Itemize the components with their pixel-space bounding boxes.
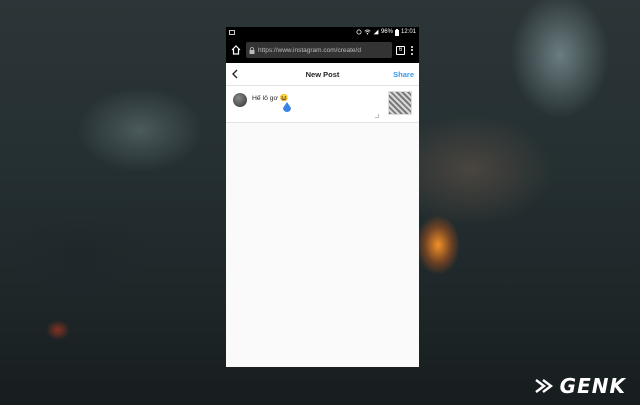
compose-area: Hế lô gơ 😆 xyxy=(226,86,419,123)
caption-input[interactable]: Hế lô gơ 😆 xyxy=(252,94,289,102)
resize-handle-icon xyxy=(375,114,379,118)
wifi-icon xyxy=(364,29,371,35)
address-bar[interactable]: https://www.instagram.com/create/d xyxy=(246,42,392,58)
genk-logo: GENK xyxy=(534,374,626,398)
home-icon[interactable] xyxy=(230,44,242,56)
avatar xyxy=(233,93,247,107)
browser-toolbar: https://www.instagram.com/create/d 6 xyxy=(226,37,419,63)
logo-text: GENK xyxy=(559,374,626,398)
status-left xyxy=(229,29,235,35)
post-image-thumbnail[interactable] xyxy=(388,91,412,115)
lock-icon xyxy=(249,46,255,54)
text-cursor-handle[interactable] xyxy=(282,102,292,114)
alarm-icon xyxy=(356,29,362,35)
clock-time: 12:01 xyxy=(400,29,416,35)
battery-percent: 96% xyxy=(380,29,393,35)
status-bar: 96% 12:01 xyxy=(226,27,419,37)
phone-screen: 96% 12:01 https://www.instagram.com/crea… xyxy=(226,27,419,367)
page-title: New Post xyxy=(305,69,340,79)
image-notification-icon xyxy=(229,29,235,35)
share-button[interactable]: Share xyxy=(393,70,414,79)
overflow-menu-icon[interactable] xyxy=(409,44,415,56)
back-arrow-icon[interactable] xyxy=(231,69,241,79)
caption-text: Hế lô gơ xyxy=(252,95,278,102)
caption-emoji: 😆 xyxy=(279,95,289,102)
signal-icon xyxy=(373,29,379,35)
url-text: https://www.instagram.com/create/d xyxy=(258,46,361,54)
post-header: New Post Share xyxy=(226,63,419,86)
battery-icon xyxy=(394,28,399,36)
logo-chevrons-icon xyxy=(534,379,553,393)
tab-switcher-button[interactable]: 6 xyxy=(396,45,405,55)
status-right: 96% 12:01 xyxy=(356,28,416,36)
